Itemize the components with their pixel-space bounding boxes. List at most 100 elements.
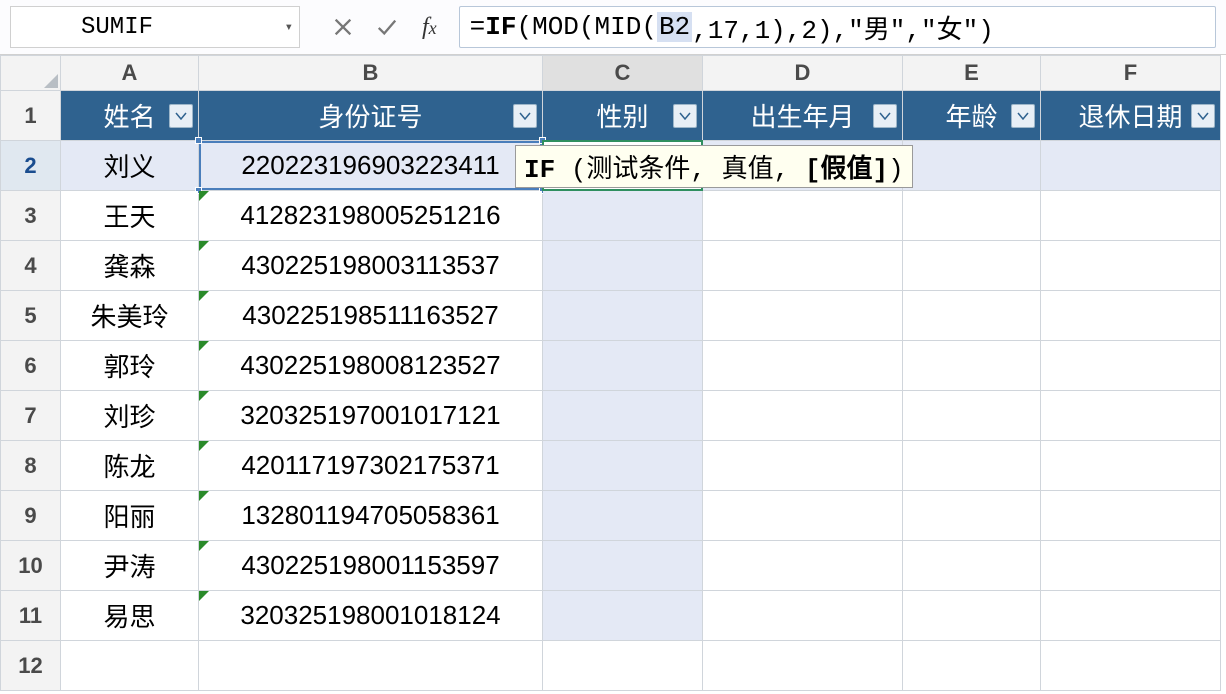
cell-B2[interactable]: 220223196903223411 — [199, 141, 543, 191]
cell[interactable] — [703, 241, 903, 291]
row-header-12[interactable]: 12 — [1, 641, 61, 691]
cell-E2[interactable] — [903, 141, 1041, 191]
header-cell-dob[interactable]: 出生年月 — [703, 91, 903, 141]
cell[interactable] — [903, 591, 1041, 641]
error-indicator-icon[interactable] — [199, 541, 209, 551]
cell[interactable] — [1041, 641, 1221, 691]
cell[interactable]: 郭玲 — [61, 341, 199, 391]
cell[interactable]: 320325198001018124 — [199, 591, 543, 641]
cell[interactable] — [903, 341, 1041, 391]
cell[interactable] — [903, 241, 1041, 291]
cell[interactable] — [903, 641, 1041, 691]
cell[interactable]: 320325197001017121 — [199, 391, 543, 441]
cell[interactable] — [543, 441, 703, 491]
cell[interactable] — [543, 291, 703, 341]
cell[interactable] — [703, 491, 903, 541]
cell[interactable] — [543, 541, 703, 591]
cell[interactable] — [1041, 241, 1221, 291]
cell-A2[interactable]: 刘义 — [61, 141, 199, 191]
cell-F2[interactable] — [1041, 141, 1221, 191]
cell[interactable] — [703, 341, 903, 391]
cell[interactable] — [903, 191, 1041, 241]
error-indicator-icon[interactable] — [199, 241, 209, 251]
row-header-2[interactable]: 2 — [1, 141, 61, 191]
cell[interactable] — [543, 591, 703, 641]
cell[interactable]: 430225198008123527 — [199, 341, 543, 391]
fx-icon[interactable]: fx — [422, 14, 437, 41]
filter-icon[interactable] — [873, 104, 897, 128]
row-header-5[interactable]: 5 — [1, 291, 61, 341]
cell[interactable] — [543, 241, 703, 291]
col-header-C[interactable]: C — [543, 56, 703, 91]
cell[interactable]: 王天 — [61, 191, 199, 241]
row-header-4[interactable]: 4 — [1, 241, 61, 291]
error-indicator-icon[interactable] — [199, 591, 209, 601]
cell[interactable] — [1041, 391, 1221, 441]
filter-icon[interactable] — [1011, 104, 1035, 128]
col-header-D[interactable]: D — [703, 56, 903, 91]
cell[interactable]: 朱美玲 — [61, 291, 199, 341]
cell[interactable] — [903, 391, 1041, 441]
row-header-1[interactable]: 1 — [1, 91, 61, 141]
cell[interactable] — [61, 641, 199, 691]
error-indicator-icon[interactable] — [199, 391, 209, 401]
cell[interactable] — [903, 291, 1041, 341]
filter-icon[interactable] — [513, 104, 537, 128]
cell[interactable] — [1041, 491, 1221, 541]
row-header-6[interactable]: 6 — [1, 341, 61, 391]
cell[interactable] — [199, 641, 543, 691]
filter-icon[interactable] — [673, 104, 697, 128]
cell[interactable] — [1041, 341, 1221, 391]
cell[interactable]: 刘珍 — [61, 391, 199, 441]
header-cell-id[interactable]: 身份证号 — [199, 91, 543, 141]
cell[interactable] — [1041, 591, 1221, 641]
confirm-icon[interactable] — [374, 14, 400, 40]
cell[interactable] — [1041, 541, 1221, 591]
cancel-icon[interactable] — [330, 14, 356, 40]
cell[interactable]: 430225198511163527 — [199, 291, 543, 341]
name-box[interactable]: SUMIF ▾ — [10, 6, 300, 48]
error-indicator-icon[interactable] — [199, 341, 209, 351]
row-header-3[interactable]: 3 — [1, 191, 61, 241]
formula-input[interactable]: =IF(MOD(MID(B2,17,1),2),"男","女") — [459, 6, 1216, 48]
cell[interactable]: 430225198001153597 — [199, 541, 543, 591]
cell[interactable] — [543, 391, 703, 441]
cell[interactable]: 阳丽 — [61, 491, 199, 541]
cell[interactable] — [543, 191, 703, 241]
row-header-9[interactable]: 9 — [1, 491, 61, 541]
name-box-dropdown-icon[interactable]: ▾ — [285, 19, 293, 36]
cell[interactable] — [1041, 441, 1221, 491]
row-header-8[interactable]: 8 — [1, 441, 61, 491]
cell[interactable]: 陈龙 — [61, 441, 199, 491]
col-header-F[interactable]: F — [1041, 56, 1221, 91]
error-indicator-icon[interactable] — [199, 191, 209, 201]
cell[interactable] — [543, 341, 703, 391]
col-header-E[interactable]: E — [903, 56, 1041, 91]
cell[interactable]: 龚森 — [61, 241, 199, 291]
error-indicator-icon[interactable] — [199, 491, 209, 501]
cell[interactable] — [543, 641, 703, 691]
cell[interactable] — [703, 191, 903, 241]
error-indicator-icon[interactable] — [199, 291, 209, 301]
cell[interactable] — [703, 291, 903, 341]
cell[interactable] — [1041, 291, 1221, 341]
header-cell-name[interactable]: 姓名 — [61, 91, 199, 141]
cell[interactable] — [1041, 191, 1221, 241]
cell[interactable]: 易思 — [61, 591, 199, 641]
cell[interactable]: 430225198003113537 — [199, 241, 543, 291]
cell[interactable] — [703, 441, 903, 491]
cell[interactable]: 412823198005251216 — [199, 191, 543, 241]
cell[interactable] — [703, 591, 903, 641]
col-header-A[interactable]: A — [61, 56, 199, 91]
cell[interactable] — [903, 491, 1041, 541]
cell[interactable] — [703, 641, 903, 691]
cell[interactable] — [703, 541, 903, 591]
cell[interactable]: 尹涛 — [61, 541, 199, 591]
cell[interactable] — [903, 541, 1041, 591]
cell[interactable]: 420117197302175371 — [199, 441, 543, 491]
header-cell-gender[interactable]: 性别 — [543, 91, 703, 141]
row-header-7[interactable]: 7 — [1, 391, 61, 441]
col-header-B[interactable]: B — [199, 56, 543, 91]
header-cell-age[interactable]: 年龄 — [903, 91, 1041, 141]
ref-handle[interactable] — [195, 137, 202, 144]
